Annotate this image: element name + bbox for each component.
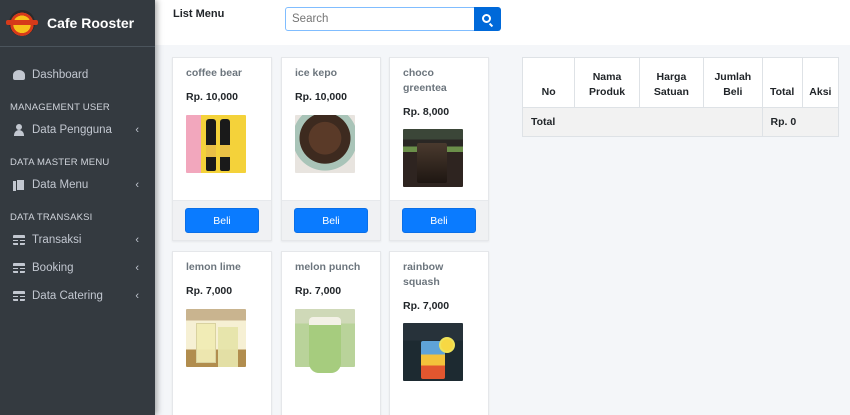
column-header-harga-satuan: Harga Satuan <box>638 57 705 108</box>
product-card: coffee bear Rp. 10,000 Beli <box>172 57 272 241</box>
chevron-left-icon: ‹ <box>135 179 139 191</box>
nav-header-management-user: MANAGEMENT USER <box>10 102 110 113</box>
sidebar: Cafe Rooster Dashboard MANAGEMENT USER D… <box>0 0 155 415</box>
total-row: Total Rp. 0 <box>522 107 839 137</box>
chevron-left-icon: ‹ <box>135 262 139 274</box>
chevron-left-icon: ‹ <box>135 124 139 136</box>
copy-icon <box>13 179 25 191</box>
product-name: ice kepo <box>295 67 338 79</box>
product-card: melon punch Rp. 7,000 <box>281 251 381 415</box>
total-value: Rp. 0 <box>761 107 839 137</box>
sidebar-item-label: Data Catering <box>32 290 103 302</box>
product-card: choco greentea Rp. 8,000 Beli <box>389 57 489 241</box>
product-image <box>403 129 463 187</box>
card-footer: Beli <box>390 200 488 240</box>
column-header-nama-produk: Nama Produk <box>574 57 640 108</box>
search-button[interactable] <box>474 7 501 31</box>
column-header-aksi: Aksi <box>801 57 840 108</box>
product-price: Rp. 10,000 <box>186 91 238 103</box>
nav-header-data-transaksi: DATA TRANSAKSI <box>10 212 93 223</box>
sidebar-item-data-pengguna[interactable]: Data Pengguna ‹ <box>0 116 155 144</box>
sidebar-item-label: Data Pengguna <box>32 124 112 136</box>
user-icon <box>13 124 25 136</box>
product-price: Rp. 7,000 <box>403 300 450 312</box>
dashboard-icon <box>13 70 25 80</box>
rooster-logo-icon <box>6 10 38 36</box>
beli-button[interactable]: Beli <box>402 208 476 233</box>
product-price: Rp. 8,000 <box>403 106 450 118</box>
table-header-row: No Nama Produk Harga Satuan Jumlah Beli … <box>521 57 840 108</box>
nav-header-data-master-menu: DATA MASTER MENU <box>10 157 110 168</box>
product-card: rainbow squash Rp. 7,000 <box>389 251 489 415</box>
chevron-left-icon: ‹ <box>135 290 139 302</box>
table-icon <box>13 235 25 245</box>
product-name: melon punch <box>295 261 361 273</box>
product-image <box>295 115 355 173</box>
product-name: choco greentea <box>403 67 447 94</box>
card-footer: Beli <box>173 200 271 240</box>
product-price: Rp. 10,000 <box>295 91 347 103</box>
column-header-jumlah-beli: Jumlah Beli <box>703 57 763 108</box>
card-footer: Beli <box>282 200 380 240</box>
product-image <box>295 309 355 373</box>
cart-table: No Nama Produk Harga Satuan Jumlah Beli … <box>521 57 840 137</box>
search-icon <box>482 13 491 23</box>
product-card: lemon lime Rp. 7,000 <box>172 251 272 415</box>
brand[interactable]: Cafe Rooster <box>0 0 155 47</box>
search-input[interactable] <box>285 7 475 31</box>
column-header-total: Total <box>761 57 803 108</box>
product-image <box>186 115 246 173</box>
page-title: List Menu <box>173 8 225 20</box>
sidebar-item-label: Dashboard <box>32 69 89 81</box>
sidebar-item-booking[interactable]: Booking ‹ <box>0 254 155 282</box>
sidebar-item-label: Transaksi <box>32 234 82 246</box>
table-icon <box>13 263 25 273</box>
content-header <box>155 0 850 45</box>
product-price: Rp. 7,000 <box>295 285 342 297</box>
product-image <box>403 323 463 381</box>
sidebar-item-data-catering[interactable]: Data Catering ‹ <box>0 282 155 310</box>
sidebar-item-label: Data Menu <box>32 179 89 191</box>
product-card: ice kepo Rp. 10,000 Beli <box>281 57 381 241</box>
sidebar-item-label: Booking <box>32 262 74 274</box>
chevron-left-icon: ‹ <box>135 234 139 246</box>
sidebar-item-transaksi[interactable]: Transaksi ‹ <box>0 226 155 254</box>
product-name: coffee bear <box>186 67 243 79</box>
beli-button[interactable]: Beli <box>185 208 259 233</box>
brand-name: Cafe Rooster <box>47 15 135 31</box>
product-name: lemon lime <box>186 261 241 273</box>
product-name: rainbow squash <box>403 261 444 288</box>
sidebar-item-dashboard[interactable]: Dashboard <box>0 61 155 89</box>
table-icon <box>13 291 25 301</box>
column-header-no: No <box>521 57 576 108</box>
beli-button[interactable]: Beli <box>294 208 368 233</box>
total-label: Total <box>522 107 763 137</box>
product-image <box>186 309 246 367</box>
sidebar-item-data-menu[interactable]: Data Menu ‹ <box>0 171 155 199</box>
product-price: Rp. 7,000 <box>186 285 233 297</box>
